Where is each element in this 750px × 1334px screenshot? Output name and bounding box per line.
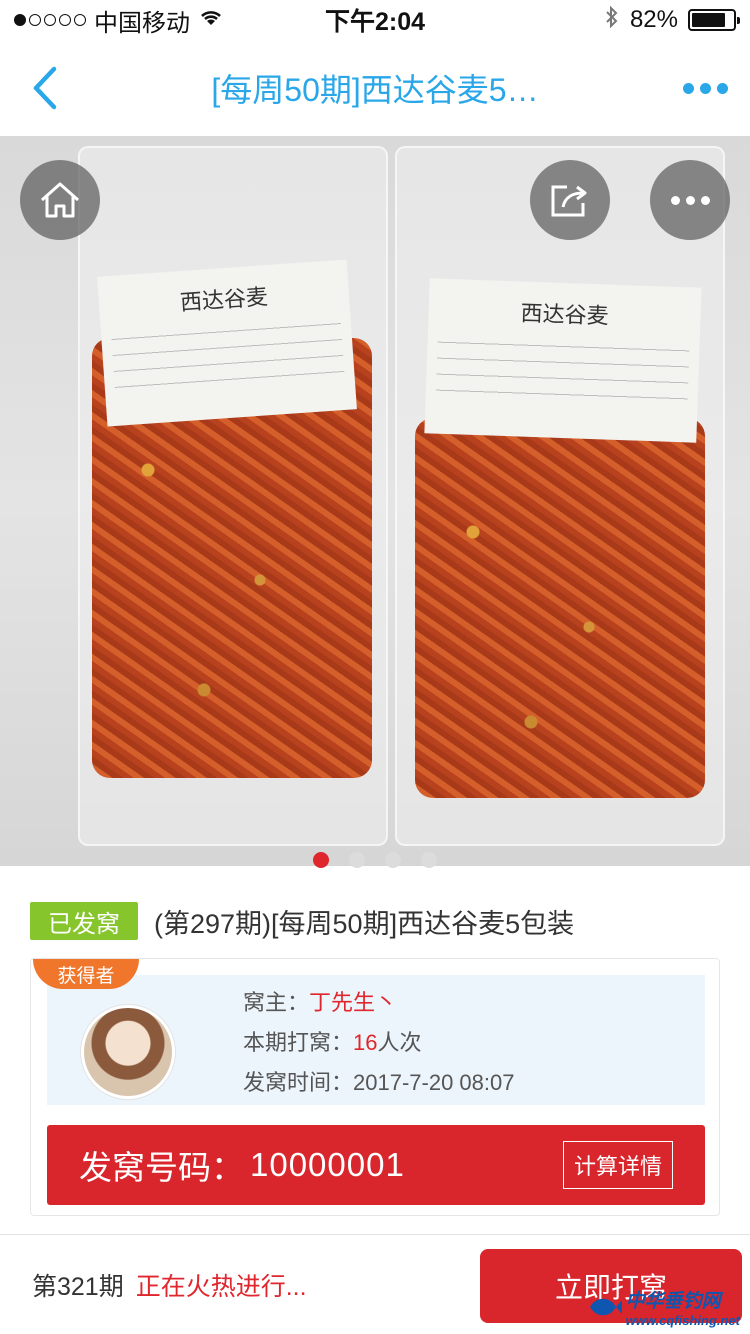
watermark-sub: www.cqfishing.net (625, 1313, 740, 1328)
code-value: 10000001 (250, 1146, 405, 1183)
navigation-bar: [每周50期]西达谷麦5… (0, 40, 750, 136)
current-period: 第321期 (32, 1272, 124, 1301)
product-photo-bag-right: 西达谷麦 (395, 146, 725, 846)
participation-unit: 人次 (377, 1030, 422, 1055)
watermark-main: 中华垂钓网 (625, 1291, 721, 1312)
owner-name[interactable]: 丁先生丶 (309, 990, 397, 1015)
share-icon (551, 185, 587, 217)
more-dots-icon (682, 82, 694, 94)
carousel-dot[interactable] (421, 852, 437, 868)
home-icon (41, 182, 79, 218)
carousel-dot[interactable] (313, 852, 329, 868)
back-button[interactable] (0, 40, 90, 136)
product-title: (第297期)[每周50期]西达谷麦5包装 (154, 908, 575, 939)
winner-card: 窝主：丁先生丶 本期打窝：16人次 发窝时间：2017-7-20 08:07 获… (30, 958, 720, 1216)
participation-row: 本期打窝：16人次 (243, 1023, 514, 1063)
fish-logo-icon (589, 1298, 622, 1316)
bluetooth-icon (604, 5, 620, 36)
page-title: [每周50期]西达谷麦5… (211, 72, 539, 108)
watermark: 中华垂钓网 www.cqfishing.net (588, 1286, 740, 1328)
product-photo-bag-left: 西达谷麦 (78, 146, 388, 846)
carousel-dot[interactable] (385, 852, 401, 868)
more-dots-icon (670, 195, 710, 205)
more-button[interactable] (660, 40, 750, 136)
share-button[interactable] (530, 160, 610, 240)
signal-strength-icon (14, 14, 86, 26)
product-image-carousel[interactable]: 西达谷麦 西达谷麦 (0, 136, 750, 866)
status-badge: 已发窝 (30, 902, 138, 940)
wifi-icon (198, 6, 224, 34)
time-row: 发窝时间：2017-7-20 08:07 (243, 1063, 514, 1103)
participation-count: 16 (353, 1030, 378, 1055)
home-button[interactable] (20, 160, 100, 240)
battery-icon (688, 9, 740, 31)
time-label: 发窝时间： (243, 1070, 354, 1095)
winner-ribbon: 获得者 (33, 959, 139, 989)
code-bar: 发窝号码： 10000001 计算详情 (47, 1125, 705, 1205)
bag-label-text: 西达谷麦 (179, 285, 269, 317)
image-more-button[interactable] (650, 160, 730, 240)
avatar[interactable] (81, 1005, 175, 1099)
status-bar: 中国移动 下午2:04 82% (0, 0, 750, 40)
code-label: 发窝号码： (79, 1149, 244, 1186)
carrier-name: 中国移动 (94, 9, 190, 37)
time-value: 2017-7-20 08:07 (353, 1070, 515, 1095)
battery-percent: 82% (629, 6, 678, 33)
period-status[interactable]: 正在火热进行... (136, 1267, 307, 1303)
participation-label: 本期打窝： (243, 1030, 354, 1055)
carousel-dot[interactable] (349, 852, 365, 868)
carousel-pager (0, 852, 750, 868)
product-title-row: 已发窝 (第297期)[每周50期]西达谷麦5包装 (30, 900, 730, 942)
owner-label: 窝主： (243, 990, 310, 1015)
owner-row: 窝主：丁先生丶 (243, 983, 514, 1023)
calc-detail-button[interactable]: 计算详情 (562, 1141, 673, 1189)
chevron-left-icon (33, 66, 57, 110)
bag-label-text: 西达谷麦 (520, 301, 609, 330)
